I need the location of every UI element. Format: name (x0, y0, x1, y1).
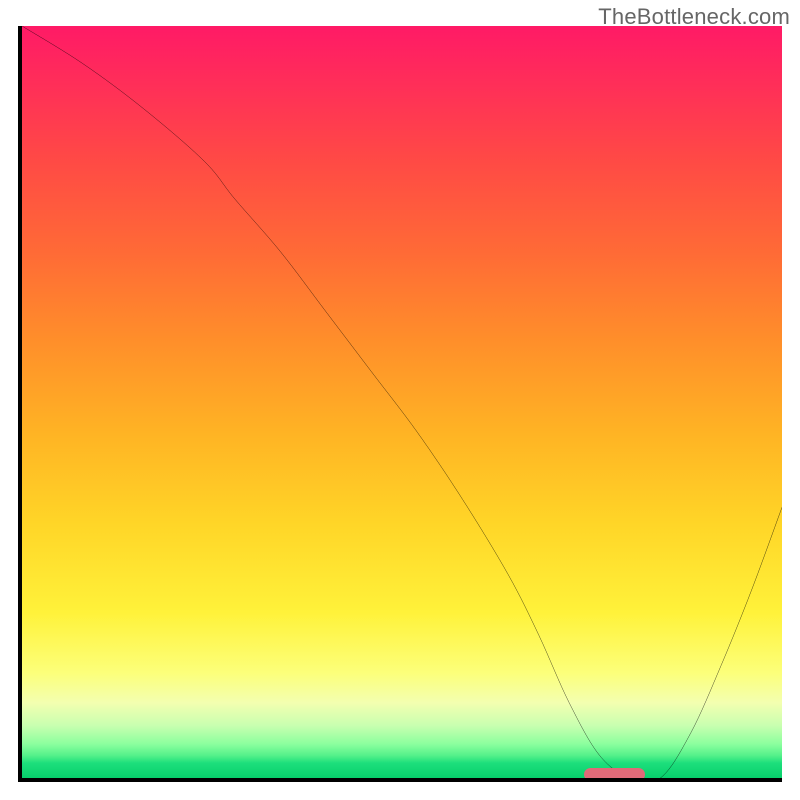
bottleneck-curve (22, 26, 782, 778)
chart-container: TheBottleneck.com (0, 0, 800, 800)
watermark-text: TheBottleneck.com (598, 4, 790, 30)
optimal-range-marker (584, 768, 645, 781)
curve-path (22, 26, 782, 778)
plot-area (18, 26, 782, 782)
